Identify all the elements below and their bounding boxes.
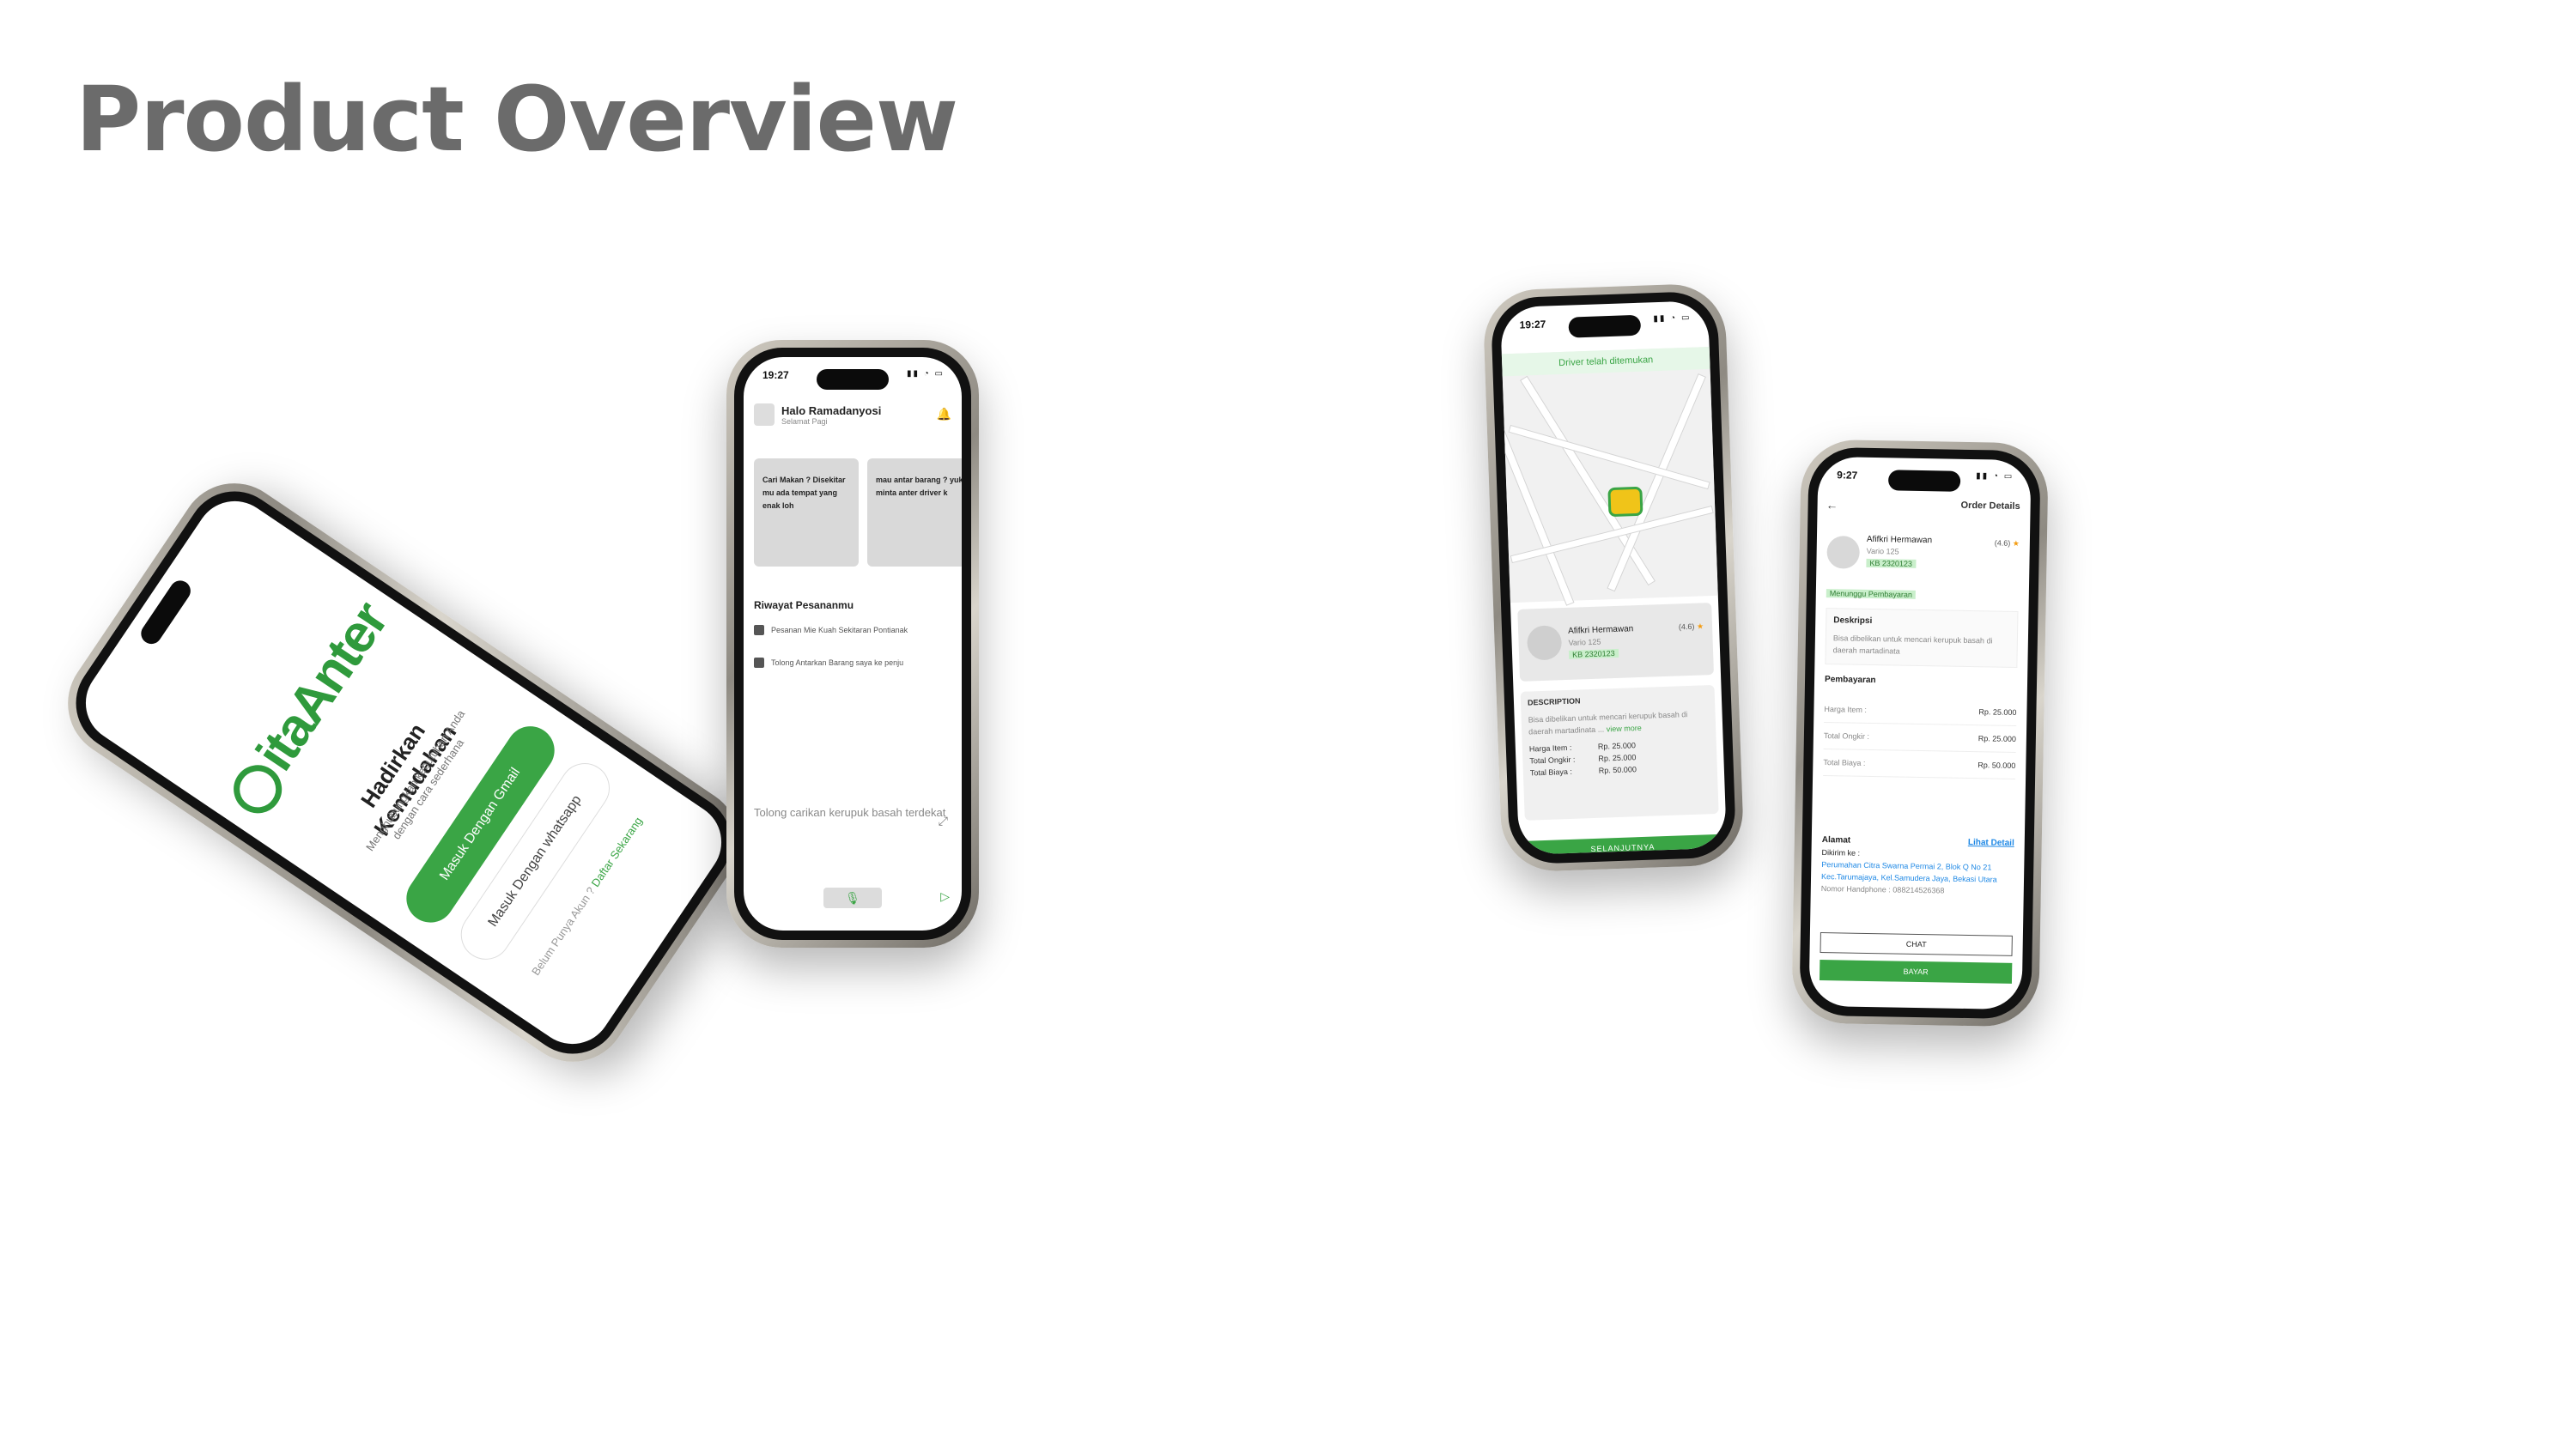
list-item[interactable]: Tolong Antarkan Barang saya ke penju — [754, 658, 903, 668]
signal-wifi-battery-icon: ▮▮ ◔ ▭ — [1976, 471, 2014, 482]
driver-rating: (4.6) ★ — [1995, 538, 2020, 549]
payment-label: Pembayaran — [1824, 675, 1876, 686]
star-icon: ★ — [1696, 621, 1704, 631]
order-screen: 9:27 ▮▮ ◔ ▭ ← Order Details Afifkri Herma… — [1808, 456, 2032, 1010]
page-title: Product Overview — [76, 67, 958, 172]
price-value: Rp. 25.000 — [1597, 741, 1637, 751]
status-time: 19:27 — [1519, 318, 1546, 331]
address-section: Alamat Lihat Detail Dikirim ke : Perumaha… — [1821, 834, 2014, 898]
expand-icon[interactable]: ⤢ — [939, 814, 948, 828]
send-icon[interactable]: ▷ — [940, 889, 950, 904]
logo-text: itaAnter — [245, 592, 399, 781]
plate-number: KB 2320123 — [1568, 648, 1619, 659]
payment-key: Total Biaya : — [1823, 758, 1866, 767]
price-label: Harga Item : — [1528, 743, 1572, 754]
history-icon — [754, 625, 764, 635]
price-label: Total Ongkir : — [1529, 755, 1576, 766]
description-label: Deskripsi — [1833, 615, 1873, 627]
vehicle-name: Vario 125 — [1866, 546, 1899, 556]
home-phone-mockup: 19:27 ▮▮ ◔ ▭ Halo Ramadanyosi Selamat Pag… — [726, 340, 979, 948]
price-label: Total Biaya : — [1529, 767, 1573, 778]
plate-badge: KB 2320123 — [1568, 648, 1619, 659]
dynamic-island — [817, 369, 889, 390]
description-text: Bisa dibelikan untuk mencari kerupuk bas… — [1832, 634, 1993, 656]
payment-row: Total Ongkir : Rp. 25.000 — [1823, 723, 2017, 753]
payment-value: Rp. 50.000 — [1978, 761, 2016, 770]
history-icon — [754, 658, 764, 668]
avatar — [1526, 625, 1563, 661]
home-screen: 19:27 ▮▮ ◔ ▭ Halo Ramadanyosi Selamat Pag… — [744, 357, 962, 931]
map-phone-mockup: 19:27 ▮▮ ◔ ▭ Driver telah ditemukan Afifk… — [1482, 282, 1745, 873]
rating-value: (4.6) — [1678, 621, 1695, 632]
driver-scooter-icon — [1607, 486, 1643, 518]
description-section: Deskripsi Bisa dibelikan untuk mencari k… — [1825, 608, 2019, 668]
mic-icon: 🎙 — [845, 891, 860, 905]
driver-rating: (4.6) ★ — [1679, 621, 1704, 632]
greeting: Selamat Pagi — [781, 416, 828, 426]
description-label: DESCRIPTION — [1527, 696, 1581, 707]
bell-icon[interactable]: 🔔 — [937, 407, 951, 421]
avatar[interactable] — [754, 403, 775, 426]
payment-key: Total Ongkir : — [1823, 731, 1870, 741]
login-phone-mockup: itaAnter Hadirkan Kemudahan Menghubungka… — [46, 462, 761, 1083]
payment-row: Harga Item : Rp. 25.000 — [1824, 696, 2017, 726]
description-text: Bisa dibelikan untuk mencari kerupuk bas… — [1528, 707, 1709, 737]
status-time: 19:27 — [762, 369, 789, 381]
price-row: Total Biaya : Rp. 50.000 — [1530, 762, 1710, 777]
driver-name: Afifkri Hermawan — [1866, 534, 1933, 546]
chat-button[interactable]: CHAT — [1820, 932, 2013, 956]
payment-row: Total Biaya : Rp. 50.000 — [1823, 749, 2016, 779]
status-time: 9:27 — [1837, 469, 1858, 482]
driver-card: Afifkri Hermawan Vario 125 KB 2320123 (4… — [1826, 529, 2020, 584]
avatar — [1826, 536, 1860, 569]
star-icon: ★ — [2012, 538, 2020, 548]
order-header: ← Order Details — [1826, 498, 2020, 515]
dynamic-island — [1887, 470, 1961, 492]
history-title: Riwayat Pesananmu — [754, 599, 854, 611]
signal-wifi-battery-icon: ▮▮ ◔ ▭ — [906, 369, 945, 379]
status-text: Menunggu Pembayaran — [1826, 589, 1916, 599]
plate-badge: KB 2320123 — [1866, 558, 1917, 568]
map-screen: 19:27 ▮▮ ◔ ▭ Driver telah ditemukan Afifk… — [1499, 300, 1728, 856]
dynamic-island — [1568, 314, 1642, 338]
delivery-suggestion-card[interactable]: mau antar barang ? yuk minta anter drive… — [867, 458, 962, 567]
history-text: Pesanan Mie Kuah Sekitaran Pontianak — [771, 626, 908, 634]
view-detail-link[interactable]: Lihat Detail — [1968, 837, 2014, 850]
signal-wifi-battery-icon: ▮▮ ◔ ▭ — [1653, 312, 1692, 324]
driver-name: Afifkri Hermawan — [1567, 624, 1634, 636]
list-item[interactable]: Pesanan Mie Kuah Sekitaran Pontianak — [754, 625, 908, 635]
status-badge: Menunggu Pembayaran — [1826, 589, 1916, 599]
user-name: Halo Ramadanyosi — [781, 403, 882, 417]
price-value: Rp. 50.000 — [1598, 765, 1637, 775]
plate-number: KB 2320123 — [1866, 558, 1917, 568]
map-view[interactable] — [1499, 346, 1718, 606]
food-suggestion-card[interactable]: Cari Makan ? Disekitar mu ada tempat yan… — [754, 458, 859, 567]
address-label: Alamat — [1821, 835, 1851, 846]
history-text: Tolong Antarkan Barang saya ke penju — [771, 658, 904, 667]
payment-value: Rp. 25.000 — [1978, 707, 2017, 717]
view-more-link[interactable]: view more — [1607, 724, 1642, 733]
chat-input[interactable]: Tolong carikan kerupuk basah terdekat — [754, 803, 951, 852]
order-phone-mockup: 9:27 ▮▮ ◔ ▭ ← Order Details Afifkri Herma… — [1791, 439, 2049, 1028]
order-title: Order Details — [1960, 500, 2020, 512]
signup-link[interactable]: Daftar Sekarang — [589, 815, 645, 889]
price-value: Rp. 25.000 — [1598, 753, 1637, 763]
vehicle-name: Vario 125 — [1568, 637, 1601, 647]
user-header: Halo Ramadanyosi Selamat Pagi — [754, 403, 881, 426]
rating-value: (4.6) — [1994, 538, 2011, 548]
mic-button[interactable]: 🎙 — [823, 888, 882, 908]
payment-value: Rp. 25.000 — [1978, 734, 2016, 743]
pay-button[interactable]: BAYAR — [1819, 960, 2013, 984]
back-arrow-icon[interactable]: ← — [1826, 498, 1838, 512]
driver-card: Afifkri Hermawan Vario 125 KB 2320123 (4… — [1517, 603, 1715, 682]
payment-section: Pembayaran Harga Item : Rp. 25.000 Total … — [1823, 675, 2017, 779]
address-text: Perumahan Citra Swarna Permai 2, Blok Q … — [1820, 860, 1997, 884]
order-description: DESCRIPTION Bisa dibelikan untuk mencari… — [1520, 684, 1719, 821]
login-screen: itaAnter Hadirkan Kemudahan Menghubungka… — [70, 486, 737, 1059]
payment-key: Harga Item : — [1824, 705, 1868, 714]
